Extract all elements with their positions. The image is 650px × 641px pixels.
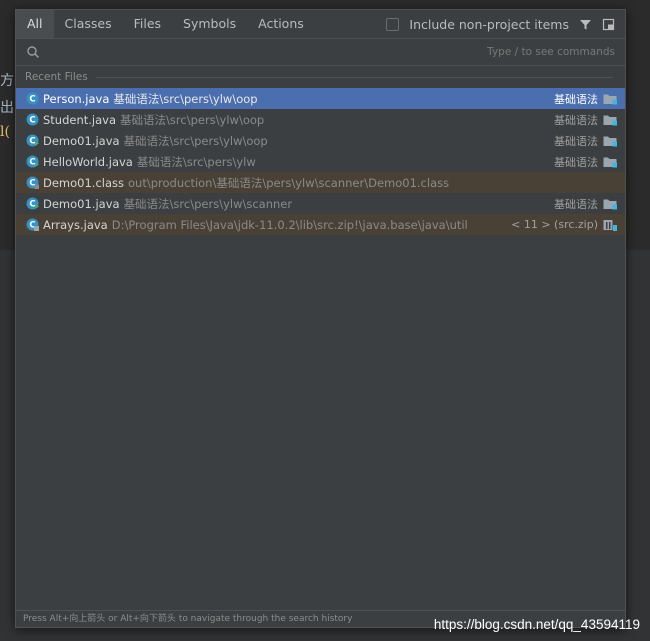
module-info: 基础语法 (554, 109, 617, 130)
module-folder-icon (603, 199, 617, 209)
editor-text-fragment: 出 (0, 100, 14, 116)
list-item[interactable]: C Student.java 基础语法\src\pers\ylw\oop 基础语法 (16, 109, 625, 130)
file-path: 基础语法\src\pers\ylw\oop (120, 112, 265, 127)
module-info: < 11 > (src.zip) (511, 214, 617, 235)
file-path: 基础语法\src\pers\ylw\oop (123, 133, 268, 148)
tab-bar-options: Include non-project items (386, 10, 615, 38)
file-path: out\production\基础语法\pers\ylw\scanner\Dem… (128, 175, 450, 190)
module-name: < 11 > (src.zip) (511, 218, 598, 231)
java-runnable-class-icon: C (26, 197, 39, 210)
module-name: 基础语法 (554, 197, 598, 211)
search-everywhere-popup: All Classes Files Symbols Actions Include no… (15, 9, 626, 628)
file-name: Arrays.java (43, 217, 108, 232)
module-info: 基础语法 (554, 88, 617, 109)
file-path: D:\Program Files\Java\jdk-11.0.2\lib\src… (111, 217, 468, 232)
tab-symbols[interactable]: Symbols (172, 10, 247, 38)
java-class-icon: C (26, 113, 39, 126)
file-name: Student.java (43, 112, 117, 127)
tab-bar: All Classes Files Symbols Actions Include no… (16, 10, 625, 39)
file-path: 基础语法\src\pers\ylw (136, 154, 256, 169)
java-class-icon: C (26, 92, 39, 105)
tab-files[interactable]: Files (123, 10, 172, 38)
module-name: 基础语法 (554, 92, 598, 106)
svg-text:C: C (29, 95, 35, 105)
tab-classes[interactable]: Classes (54, 10, 123, 38)
list-item[interactable]: C Demo01.java 基础语法\src\pers\ylw\scanner 基础语… (16, 193, 625, 214)
section-divider (95, 76, 613, 78)
file-path: 基础语法\src\pers\ylw\oop (113, 91, 258, 106)
library-class-icon: C (26, 218, 39, 231)
watermark: https://blog.csdn.net/qq_43594119 (433, 617, 640, 632)
editor-text-fragment: l( (0, 124, 10, 140)
java-runnable-class-icon: C (26, 134, 39, 147)
module-name: 基础语法 (554, 155, 598, 169)
file-path: 基础语法\src\pers\ylw\scanner (123, 196, 293, 211)
file-name: Demo01.java (43, 196, 120, 211)
list-item[interactable]: C Arrays.java D:\Program Files\Java\jdk-11… (16, 214, 625, 235)
file-name: Person.java (43, 91, 110, 106)
recent-files-title: Recent Files (25, 71, 88, 83)
file-name: Demo01.class (43, 175, 125, 190)
svg-text:C: C (29, 158, 35, 168)
search-icon (27, 46, 40, 59)
module-folder-icon (603, 157, 617, 167)
svg-text:C: C (29, 116, 35, 126)
include-non-project-checkbox[interactable] (386, 17, 400, 31)
module-info: 基础语法 (554, 151, 617, 172)
module-name: 基础语法 (554, 113, 598, 127)
module-folder-icon (603, 94, 617, 104)
editor-text-fragment: 方 (0, 73, 14, 89)
file-name: Demo01.java (43, 133, 120, 148)
compiled-class-icon: C (26, 176, 39, 189)
java-runnable-class-icon: C (26, 155, 39, 168)
module-name: 基础语法 (554, 134, 598, 148)
open-in-window-icon[interactable] (602, 18, 615, 31)
include-non-project-label[interactable]: Include non-project items (409, 17, 569, 32)
recent-files-list: C Person.java 基础语法\src\pers\ylw\oop 基础语法 C St… (16, 88, 625, 235)
search-row: Type / to see commands (16, 39, 625, 66)
list-item[interactable]: C Demo01.class out\production\基础语法\pers\yl… (16, 172, 625, 193)
tab-all[interactable]: All (16, 10, 54, 38)
list-item[interactable]: C HelloWorld.java 基础语法\src\pers\ylw 基础语法 (16, 151, 625, 172)
module-info: 基础语法 (554, 130, 617, 151)
recent-files-header: Recent Files (16, 66, 625, 88)
module-info: 基础语法 (554, 193, 617, 214)
svg-text:C: C (29, 200, 35, 210)
module-folder-icon (603, 115, 617, 125)
search-hint: Type / to see commands (487, 46, 615, 58)
svg-text:C: C (29, 137, 35, 147)
filter-icon[interactable] (579, 18, 592, 31)
tab-actions[interactable]: Actions (247, 10, 315, 38)
file-name: HelloWorld.java (43, 154, 133, 169)
library-icon (603, 219, 617, 231)
list-item[interactable]: C Demo01.java 基础语法\src\pers\ylw\oop 基础语法 (16, 130, 625, 151)
list-item[interactable]: C Person.java 基础语法\src\pers\ylw\oop 基础语法 (16, 88, 625, 109)
module-folder-icon (603, 136, 617, 146)
